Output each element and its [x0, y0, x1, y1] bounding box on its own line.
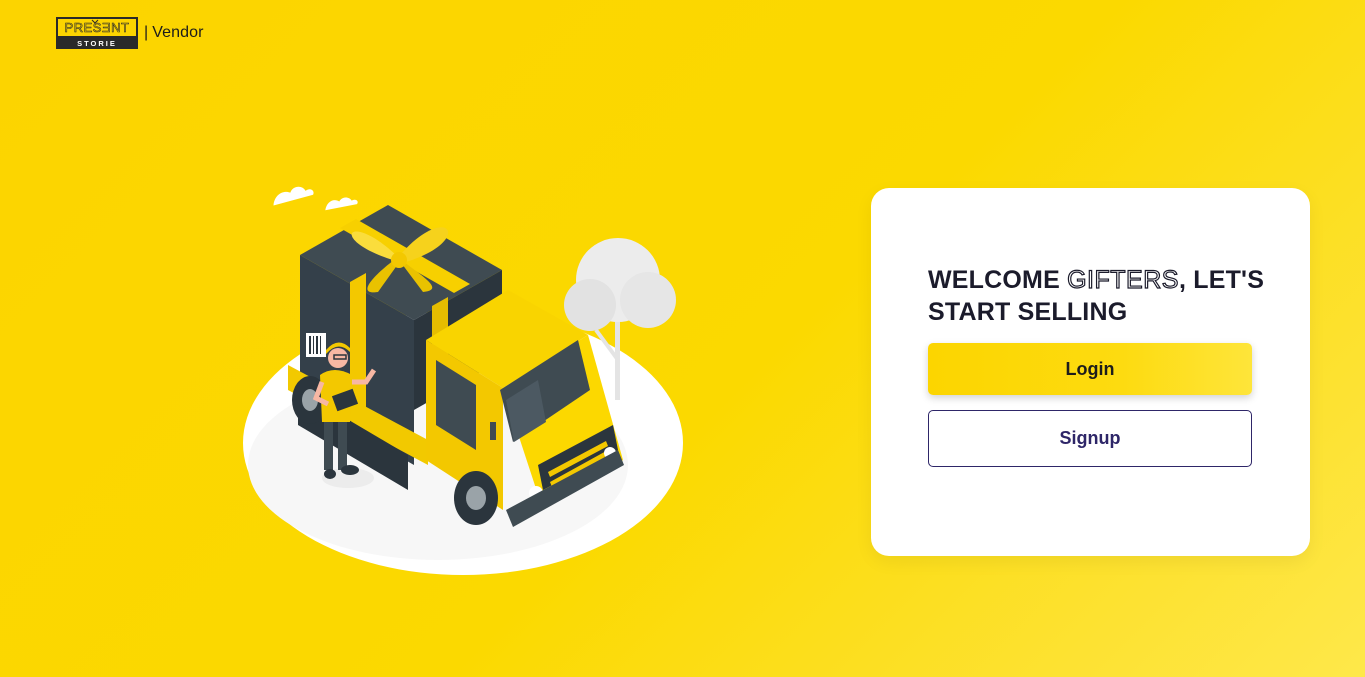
delivery-truck-gift-illustration — [243, 186, 683, 575]
vendor-portal-label: | Vendor — [144, 24, 204, 42]
login-button[interactable]: Login — [928, 343, 1252, 395]
welcome-card: WELCOME GIFTERS, LET'S START SELLING Log… — [871, 188, 1310, 556]
welcome-prefix: WELCOME — [928, 266, 1068, 294]
welcome-highlight: GIFTERS — [1066, 265, 1179, 294]
portal-label: Vendor — [152, 24, 204, 41]
top-bar: PRESƎNT STORIE | Vendor — [56, 17, 204, 49]
present-storie-logo[interactable]: PRESƎNT STORIE — [56, 17, 138, 49]
signup-button[interactable]: Signup — [928, 410, 1252, 467]
logo-word-bottom: STORIE — [77, 39, 117, 48]
logo-word-top: PRESƎNT — [65, 20, 130, 35]
brand-separator: | — [144, 24, 149, 41]
cloud-icon — [273, 186, 358, 211]
welcome-heading: WELCOME GIFTERS, LET'S START SELLING — [928, 264, 1268, 328]
